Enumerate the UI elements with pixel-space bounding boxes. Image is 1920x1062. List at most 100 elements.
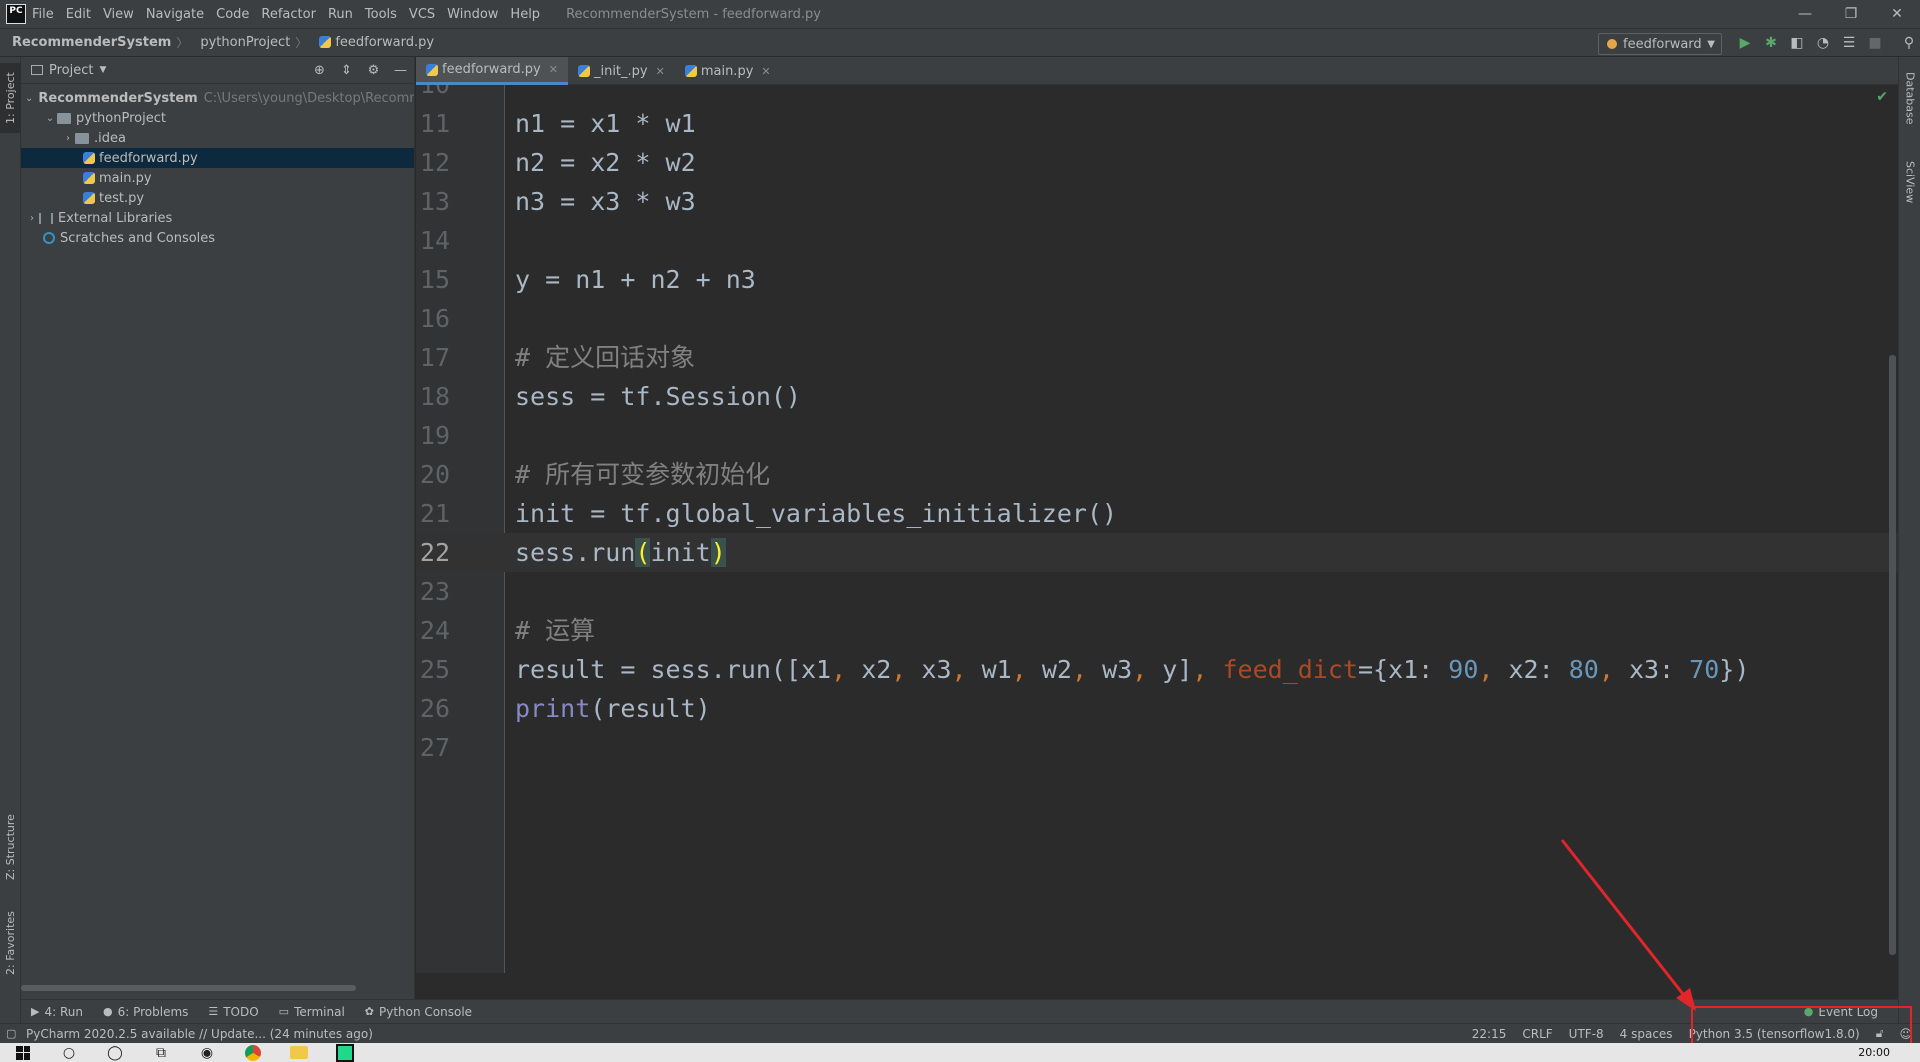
cortana-icon[interactable]: ◯ <box>92 1043 138 1062</box>
code-line[interactable]: 15 y = n1 + n2 + n3 <box>416 260 1898 299</box>
sciview-tool-tab[interactable]: SciView <box>1899 147 1920 217</box>
tab-init[interactable]: _init_.py ✕ <box>568 57 675 85</box>
file-explorer-icon[interactable] <box>276 1043 322 1062</box>
code-line[interactable]: 14 <box>416 221 1898 260</box>
menu-run[interactable]: Run <box>322 7 359 22</box>
problems-tool-button[interactable]: ● 6: Problems <box>93 1005 198 1019</box>
search-icon[interactable]: ⚲ <box>1896 35 1920 51</box>
stop-icon[interactable]: ■ <box>1862 35 1888 51</box>
code-comma: , <box>1071 655 1103 684</box>
code-line[interactable]: 19 <box>416 416 1898 455</box>
restore-button[interactable]: ❐ <box>1828 0 1874 28</box>
indent-setting[interactable]: 4 spaces <box>1612 1027 1681 1041</box>
menu-code[interactable]: Code <box>210 7 255 22</box>
status-message[interactable]: PyCharm 2020.2.5 available // Update... … <box>26 1027 373 1041</box>
code-line[interactable]: 25 result = sess.run([x1, x2, x3, w1, w2,… <box>416 650 1898 689</box>
menu-view[interactable]: View <box>97 7 140 22</box>
tree-item-scratches[interactable]: Scratches and Consoles <box>21 228 414 248</box>
tree-item-feedforward[interactable]: feedforward.py <box>21 148 414 168</box>
code-line[interactable]: 23 <box>416 572 1898 611</box>
chevron-right-icon[interactable]: › <box>25 213 39 224</box>
horizontal-scrollbar[interactable] <box>21 985 356 991</box>
chevron-down-icon[interactable]: ⌄ <box>25 93 33 104</box>
tree-item-idea[interactable]: › .idea <box>21 128 414 148</box>
search-icon[interactable]: ○ <box>46 1043 92 1062</box>
tab-feedforward[interactable]: feedforward.py ✕ <box>416 57 568 85</box>
current-code-line[interactable]: 22 sess.run(init) <box>416 533 1898 572</box>
toggle-tool-windows-icon[interactable]: ▢ <box>6 1027 16 1040</box>
breadcrumb-folder[interactable]: pythonProject <box>188 35 295 50</box>
code-line[interactable]: 27 <box>416 728 1898 767</box>
close-button[interactable]: ✕ <box>1874 0 1920 28</box>
app-icon[interactable]: ◉ <box>184 1043 230 1062</box>
hide-panel-icon[interactable]: — <box>387 63 414 78</box>
code-line[interactable]: 21 init = tf.global_variables_initializer… <box>416 494 1898 533</box>
close-tab-icon[interactable]: ✕ <box>549 63 558 76</box>
code-line[interactable]: 17 # 定义回话对象 <box>416 338 1898 377</box>
concurrency-icon[interactable]: ☰ <box>1836 35 1862 51</box>
tree-item-test[interactable]: test.py <box>21 188 414 208</box>
chevron-right-icon[interactable]: › <box>61 133 75 144</box>
close-tab-icon[interactable]: ✕ <box>761 65 770 78</box>
debug-icon[interactable]: ✱ <box>1758 35 1784 51</box>
menu-file[interactable]: File <box>26 7 60 22</box>
terminal-tool-button[interactable]: ▭ Terminal <box>269 1005 355 1019</box>
run-configuration-dropdown[interactable]: feedforward ▼ <box>1598 33 1722 55</box>
task-view-icon[interactable]: ⧉ <box>138 1043 184 1062</box>
tree-item-pythonproject[interactable]: ⌄ pythonProject <box>21 108 414 128</box>
todo-tool-button[interactable]: ☰ TODO <box>198 1005 268 1019</box>
inspection-ok-icon[interactable]: ✔ <box>1876 89 1888 105</box>
line-separator[interactable]: CRLF <box>1514 1027 1560 1041</box>
breadcrumb-project[interactable]: RecommenderSystem <box>0 35 176 50</box>
chevron-down-icon[interactable]: ⌄ <box>43 113 57 124</box>
python-console-tool-button[interactable]: ✿ Python Console <box>355 1005 482 1019</box>
start-button[interactable] <box>0 1043 46 1062</box>
database-tool-tab[interactable]: Database <box>1899 63 1920 133</box>
code-line[interactable]: 12 n2 = x2 * w2 <box>416 143 1898 182</box>
menu-navigate[interactable]: Navigate <box>140 7 210 22</box>
breadcrumb-separator-icon: 〉 <box>176 36 189 50</box>
menu-refactor[interactable]: Refactor <box>255 7 322 22</box>
code-line[interactable]: 20 # 所有可变参数初始化 <box>416 455 1898 494</box>
chrome-icon[interactable] <box>230 1043 276 1062</box>
tree-item-main[interactable]: main.py <box>21 168 414 188</box>
caret-position[interactable]: 22:15 <box>1464 1027 1515 1041</box>
locate-file-icon[interactable]: ⊕ <box>306 63 333 78</box>
menu-window[interactable]: Window <box>441 7 504 22</box>
menu-tools[interactable]: Tools <box>359 7 403 22</box>
profile-icon[interactable]: ◔ <box>1810 35 1836 51</box>
run-icon[interactable]: ▶ <box>1732 35 1758 51</box>
structure-tool-tab[interactable]: Z: Structure <box>0 807 21 887</box>
code-line[interactable]: 18 sess = tf.Session() <box>416 377 1898 416</box>
close-tab-icon[interactable]: ✕ <box>656 65 665 78</box>
pycharm-taskbar-icon[interactable] <box>322 1043 368 1062</box>
tab-main[interactable]: main.py ✕ <box>675 57 781 85</box>
project-tool-tab[interactable]: 1: Project <box>0 63 21 133</box>
vertical-scrollbar[interactable] <box>1889 355 1896 955</box>
line-number: 23 <box>419 577 450 606</box>
project-panel-header[interactable]: Project ▼ ⊕ ⇕ ⚙ — <box>21 57 414 84</box>
code-line[interactable]: 10 <box>416 85 1898 104</box>
code-token: x2: <box>1508 655 1569 684</box>
breadcrumb-file[interactable]: feedforward.py <box>307 35 439 50</box>
coverage-icon[interactable]: ◧ <box>1784 35 1810 51</box>
collapse-all-icon[interactable]: ⇕ <box>333 63 360 78</box>
chevron-down-icon[interactable]: ▼ <box>99 65 106 75</box>
code-line[interactable]: 16 <box>416 299 1898 338</box>
code-line[interactable]: 13 n3 = x3 * w3 <box>416 182 1898 221</box>
menu-edit[interactable]: Edit <box>60 7 97 22</box>
gear-icon[interactable]: ⚙ <box>360 63 387 78</box>
code-line[interactable]: 24 # 运算 <box>416 611 1898 650</box>
breadcrumb-separator-icon: 〉 <box>295 36 308 50</box>
menu-vcs[interactable]: VCS <box>403 7 441 22</box>
code-line[interactable]: 11 n1 = x1 * w1 <box>416 104 1898 143</box>
tree-item-recommendersystem[interactable]: ⌄ RecommenderSystem C:\Users\young\Deskt… <box>21 88 414 108</box>
taskbar-clock[interactable]: 20:00 <box>1858 1046 1890 1059</box>
file-encoding[interactable]: UTF-8 <box>1561 1027 1612 1041</box>
run-tool-button[interactable]: ▶ 4: Run <box>21 1005 93 1019</box>
code-line[interactable]: 26 print(result) <box>416 689 1898 728</box>
menu-help[interactable]: Help <box>504 7 546 22</box>
tree-item-external-libraries[interactable]: › External Libraries <box>21 208 414 228</box>
minimize-button[interactable]: — <box>1782 0 1828 28</box>
favorites-tool-tab[interactable]: 2: Favorites <box>0 902 21 984</box>
